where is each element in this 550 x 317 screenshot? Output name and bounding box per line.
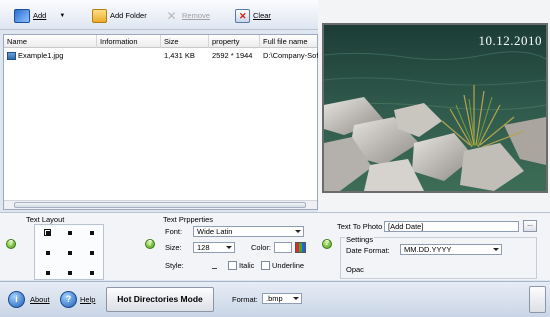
text-to-photo-input[interactable]: [Add Date] bbox=[384, 221, 519, 232]
text-to-photo-value: [Add Date] bbox=[388, 222, 424, 231]
bottom-bar: i About ? Help Hot Directories Mode Form… bbox=[0, 281, 550, 317]
settings-area: ? Text Layout ? Text Prpperties Font: Wi… bbox=[0, 212, 550, 280]
date-format-label: Date Format: bbox=[346, 246, 390, 255]
date-format-select[interactable]: MM.DD.YYYY bbox=[400, 244, 502, 255]
chevron-down-icon bbox=[295, 230, 301, 233]
file-size-cell: 1,431 KB bbox=[164, 51, 195, 60]
style-dash bbox=[212, 268, 217, 269]
position-top-center[interactable] bbox=[66, 229, 73, 236]
remove-icon: ✕ bbox=[166, 8, 177, 23]
insert-text-browse-button[interactable]: ... bbox=[523, 220, 537, 232]
photo-preview-image bbox=[324, 25, 546, 191]
file-name-text: Example1.jpg bbox=[18, 51, 64, 60]
font-select[interactable]: Wide Latin bbox=[193, 226, 304, 237]
color-palette-icon[interactable] bbox=[295, 242, 306, 253]
format-select-value: .bmp bbox=[266, 294, 283, 303]
text-to-photo-label: Text To Photo bbox=[337, 222, 383, 231]
date-format-value: MM.DD.YYYY bbox=[404, 245, 452, 254]
date-stamp-overlay: 10.12.2010 bbox=[478, 33, 542, 48]
folder-icon bbox=[92, 8, 107, 23]
size-select-value: 128 bbox=[197, 243, 210, 252]
help-button[interactable]: ? Help bbox=[60, 291, 102, 309]
chevron-down-icon bbox=[293, 297, 299, 300]
text-to-photo-help-icon[interactable]: ? bbox=[322, 239, 332, 249]
chevron-down-icon bbox=[493, 248, 499, 251]
style-label: Style: bbox=[165, 261, 184, 270]
size-label: Size: bbox=[165, 243, 182, 252]
column-header-information[interactable]: Information bbox=[97, 35, 161, 48]
hot-directories-mode-button[interactable]: Hot Directories Mode bbox=[106, 287, 214, 312]
font-select-value: Wide Latin bbox=[197, 227, 233, 236]
add-button-label: Add bbox=[33, 11, 47, 20]
add-folder-button[interactable]: Add Folder bbox=[92, 7, 147, 24]
photo-preview: 10.12.2010 bbox=[322, 23, 548, 193]
remove-button-label: Remove bbox=[182, 11, 210, 20]
font-label: Font: bbox=[165, 227, 183, 236]
column-header-name[interactable]: Name bbox=[4, 35, 97, 48]
position-bottom-right[interactable] bbox=[88, 269, 95, 276]
column-header-full-file-name[interactable]: Full file name bbox=[260, 35, 319, 48]
position-middle-center[interactable] bbox=[66, 249, 73, 256]
settings-title: Settings bbox=[345, 235, 375, 244]
text-properties-help-icon[interactable]: ? bbox=[145, 239, 155, 249]
clear-button[interactable]: ✕ Clear bbox=[235, 7, 271, 24]
column-header-size[interactable]: Size bbox=[161, 35, 209, 48]
file-list-header: Name Information Size property Full file… bbox=[4, 35, 317, 48]
remove-button[interactable]: ✕ Remove bbox=[164, 7, 210, 24]
file-property-cell: 2592 * 1944 bbox=[212, 51, 253, 60]
format-label: Format: bbox=[232, 295, 258, 304]
file-full-name-cell: D:\Company-Sof bbox=[263, 51, 319, 60]
clear-button-label: Clear bbox=[253, 11, 271, 20]
table-row[interactable]: Example1.jpg 1,431 KB 2592 * 1944 D:\Com… bbox=[4, 50, 319, 62]
file-list[interactable]: Name Information Size property Full file… bbox=[3, 34, 318, 210]
position-top-right[interactable] bbox=[88, 229, 95, 236]
add-dropdown-arrow-icon[interactable]: ▼ bbox=[59, 13, 65, 19]
text-layout-title: Text Layout bbox=[26, 215, 65, 224]
scrollbar-thumb[interactable] bbox=[14, 202, 306, 208]
text-layout-help-icon[interactable]: ? bbox=[6, 239, 16, 249]
horizontal-scrollbar[interactable] bbox=[4, 200, 317, 209]
add-button[interactable]: Add ▼ bbox=[14, 7, 65, 24]
text-properties-title: Text Prpperties bbox=[163, 215, 214, 224]
position-bottom-left[interactable] bbox=[44, 269, 51, 276]
position-bottom-center[interactable] bbox=[66, 269, 73, 276]
start-button[interactable] bbox=[529, 286, 546, 313]
image-file-icon bbox=[7, 52, 16, 60]
chevron-down-icon bbox=[226, 246, 232, 249]
clear-list-icon: ✕ bbox=[235, 8, 250, 23]
help-icon: ? bbox=[60, 291, 77, 308]
underline-checkbox[interactable] bbox=[261, 261, 270, 270]
size-select[interactable]: 128 bbox=[193, 242, 235, 253]
file-name-cell: Example1.jpg bbox=[4, 50, 97, 62]
italic-label: Italic bbox=[239, 261, 255, 270]
add-folder-label: Add Folder bbox=[110, 11, 147, 20]
about-label: About bbox=[30, 295, 50, 304]
position-middle-left[interactable] bbox=[44, 249, 51, 256]
color-swatch[interactable] bbox=[274, 242, 292, 253]
info-icon: i bbox=[8, 291, 25, 308]
position-top-left[interactable] bbox=[44, 229, 51, 236]
opacity-label: Opac bbox=[346, 265, 364, 274]
underline-label: Underline bbox=[272, 261, 305, 270]
text-layout-grid bbox=[34, 224, 104, 280]
add-image-icon bbox=[14, 8, 30, 23]
color-label: Color: bbox=[251, 243, 272, 252]
about-button[interactable]: i About bbox=[8, 291, 54, 309]
format-select[interactable]: .bmp bbox=[262, 293, 302, 304]
italic-checkbox[interactable] bbox=[228, 261, 237, 270]
column-header-property[interactable]: property bbox=[209, 35, 260, 48]
help-label: Help bbox=[80, 295, 96, 304]
toolbar: Add ▼ Add Folder ✕ Remove ✕ Clear bbox=[0, 0, 318, 30]
file-information-cell bbox=[97, 50, 161, 62]
position-middle-right[interactable] bbox=[88, 249, 95, 256]
